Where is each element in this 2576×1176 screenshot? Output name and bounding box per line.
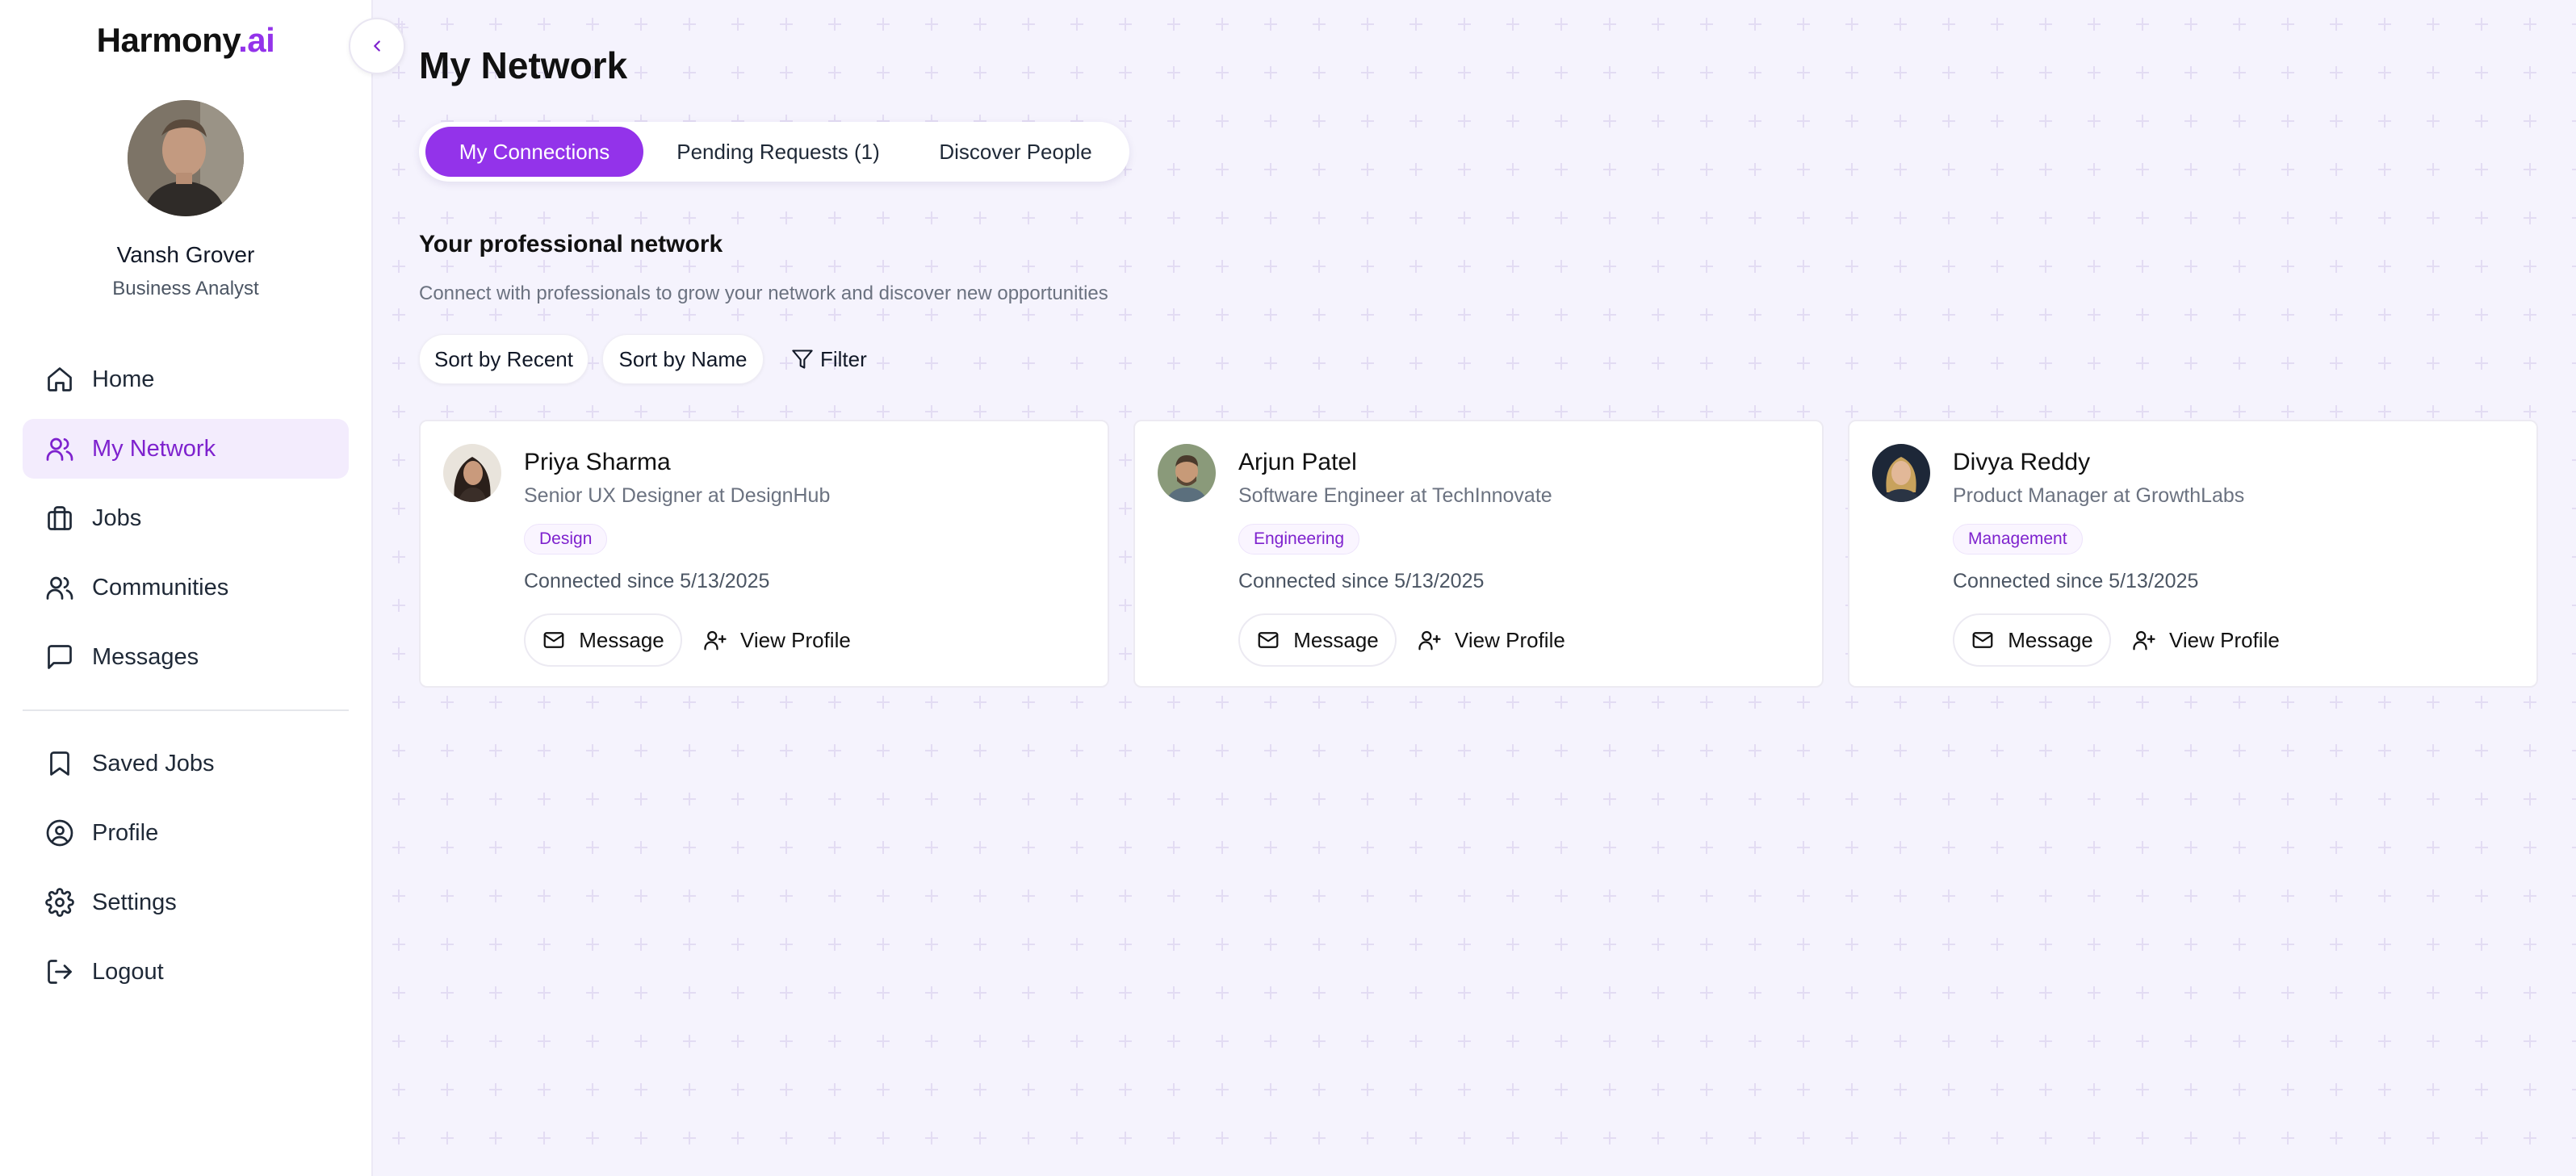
users-icon (46, 576, 73, 600)
skill-tag: Design (524, 524, 608, 555)
connection-name[interactable]: Divya Reddy (1953, 449, 2090, 476)
view-profile-button[interactable]: View Profile (703, 613, 851, 667)
bookmark-icon (50, 751, 69, 776)
briefcase-icon (48, 506, 72, 530)
connected-since: Connected since 5/13/2025 (1953, 570, 2199, 592)
connected-since: Connected since 5/13/2025 (524, 570, 770, 592)
skill-tag: Engineering (1238, 524, 1360, 555)
gear-icon (45, 888, 74, 917)
connection-card: Arjun Patel Software Engineer at TechInn… (1133, 420, 1824, 688)
view-profile-label: View Profile (740, 627, 851, 652)
sort-by-name-button[interactable]: Sort by Name (602, 334, 764, 384)
sidebar-item-jobs[interactable]: Jobs (23, 488, 349, 548)
sidebar-item-communities[interactable]: Communities (23, 558, 349, 617)
view-profile-label: View Profile (2169, 627, 2280, 652)
profile-role: Business Analyst (112, 278, 259, 299)
avatar[interactable] (443, 444, 501, 502)
connected-since: Connected since 5/13/2025 (1238, 570, 1485, 592)
sidebar-item-label: Home (92, 366, 155, 392)
message-button[interactable]: Message (1238, 613, 1397, 667)
sidebar-item-label: Settings (92, 889, 177, 915)
user-circle-icon (46, 819, 73, 847)
section-title: Your professional network (419, 231, 723, 257)
section-subtitle: Connect with professionals to grow your … (419, 282, 1108, 304)
sidebar: Harmony.ai Vansh Grover Business Analyst… (0, 0, 373, 1176)
message-label: Message (1293, 627, 1379, 652)
user-plus-icon (2133, 630, 2155, 651)
user-plus-icon (1418, 630, 1441, 651)
brand-logo[interactable]: Harmony.ai (0, 21, 371, 60)
mail-icon (543, 632, 564, 648)
skill-tag: Management (1953, 524, 2083, 555)
tab-discover-people[interactable]: Discover People (913, 127, 1118, 177)
connection-card: Priya Sharma Senior UX Designer at Desig… (419, 420, 1109, 688)
sort-by-recent-button[interactable]: Sort by Recent (419, 334, 589, 384)
sidebar-item-saved-jobs[interactable]: Saved Jobs (23, 734, 349, 793)
brand-name: Harmony (96, 21, 239, 59)
chevron-left-icon (374, 40, 380, 52)
sidebar-item-profile[interactable]: Profile (23, 803, 349, 863)
users-icon (46, 437, 73, 461)
connection-title: Product Manager at GrowthLabs (1953, 484, 2245, 507)
sidebar-item-label: Communities (92, 574, 229, 601)
network-tabs: My Connections Pending Requests (1) Disc… (419, 122, 1129, 182)
filter-label: Filter (820, 346, 867, 371)
tab-pending-requests[interactable]: Pending Requests (1) (663, 127, 894, 177)
sidebar-item-settings[interactable]: Settings (23, 873, 349, 932)
mail-icon (1972, 632, 1993, 648)
message-button[interactable]: Message (524, 613, 682, 667)
message-button[interactable]: Message (1953, 613, 2111, 667)
message-square-icon (48, 645, 72, 669)
profile-name: Vansh Grover (116, 242, 255, 267)
mail-icon (1258, 632, 1279, 648)
collapse-sidebar-button[interactable] (349, 18, 405, 74)
message-label: Message (579, 627, 664, 652)
view-profile-button[interactable]: View Profile (1418, 613, 1565, 667)
sidebar-item-label: Profile (92, 819, 159, 846)
view-profile-button[interactable]: View Profile (2132, 613, 2280, 667)
connection-name[interactable]: Arjun Patel (1238, 449, 1357, 476)
sidebar-item-messages[interactable]: Messages (23, 627, 349, 687)
view-profile-label: View Profile (1455, 627, 1565, 652)
sidebar-item-label: Saved Jobs (92, 750, 215, 776)
filter-icon (792, 349, 813, 369)
avatar[interactable] (1158, 444, 1216, 502)
message-label: Message (2008, 627, 2093, 652)
sidebar-item-home[interactable]: Home (23, 349, 349, 409)
filter-button[interactable]: Filter (791, 334, 867, 384)
tab-my-connections[interactable]: My Connections (425, 127, 643, 177)
sidebar-item-label: Jobs (92, 504, 142, 531)
avatar[interactable] (1872, 444, 1930, 502)
sidebar-item-label: Messages (92, 643, 199, 670)
connection-card: Divya Reddy Product Manager at GrowthLab… (1848, 420, 2538, 688)
avatar[interactable] (128, 100, 244, 216)
logout-icon (48, 960, 72, 984)
sidebar-item-my-network[interactable]: My Network (23, 419, 349, 479)
page-title: My Network (419, 44, 628, 86)
user-plus-icon (704, 630, 727, 651)
sidebar-item-logout[interactable]: Logout (23, 942, 349, 1002)
home-icon (48, 367, 72, 391)
connection-title: Senior UX Designer at DesignHub (524, 484, 831, 507)
brand-suffix: .ai (238, 21, 275, 59)
sidebar-item-label: Logout (92, 958, 164, 985)
connection-name[interactable]: Priya Sharma (524, 449, 671, 476)
connection-title: Software Engineer at TechInnovate (1238, 484, 1552, 507)
sidebar-item-label: My Network (92, 435, 216, 462)
sidebar-divider (23, 709, 349, 711)
